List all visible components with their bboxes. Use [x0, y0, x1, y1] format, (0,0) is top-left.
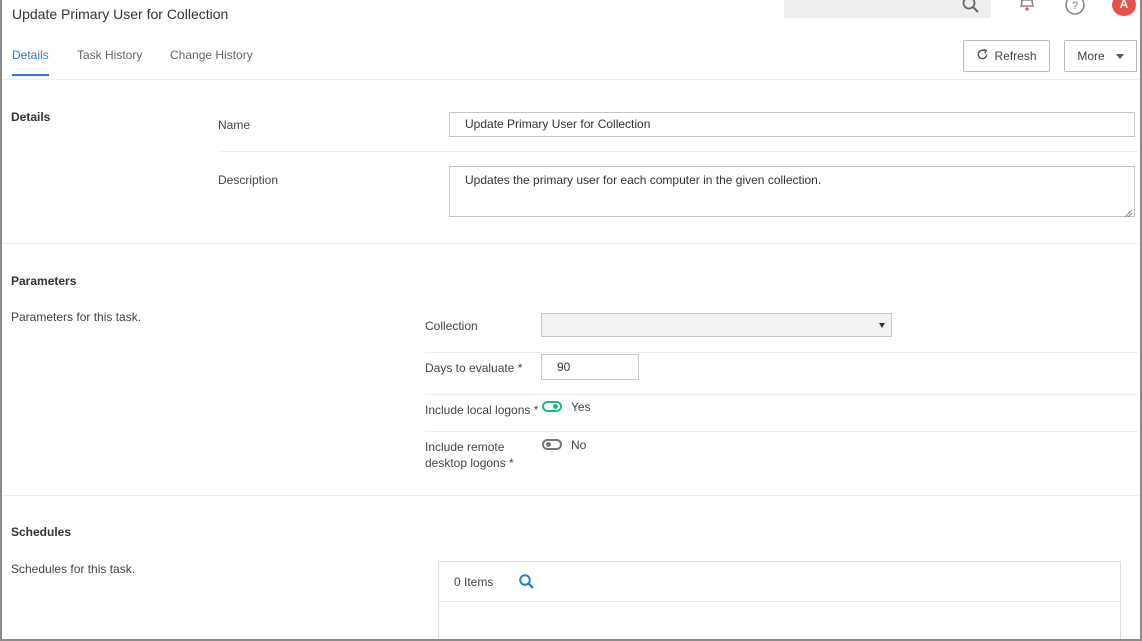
- schedules-grid: 0 Items: [438, 561, 1121, 641]
- svg-text:?: ?: [1072, 0, 1078, 12]
- description-label: Description: [218, 173, 279, 187]
- tab-details[interactable]: Details: [12, 48, 49, 76]
- divider: [425, 431, 1138, 432]
- parameters-section-title: Parameters: [11, 274, 77, 288]
- chevron-down-icon: [1115, 53, 1124, 59]
- toggle-knob: [553, 404, 558, 409]
- refresh-label: Refresh: [994, 49, 1037, 63]
- collection-label: Collection: [425, 319, 478, 333]
- include-remote-logons-toggle[interactable]: [542, 439, 562, 450]
- section-divider: [2, 495, 1140, 496]
- name-field[interactable]: Update Primary User for Collection: [449, 112, 1135, 137]
- search-icon[interactable]: [961, 0, 981, 18]
- help-icon[interactable]: ?: [1064, 0, 1086, 19]
- resize-handle-icon[interactable]: [1124, 206, 1133, 218]
- avatar[interactable]: A: [1112, 0, 1136, 16]
- details-section-title: Details: [11, 110, 51, 124]
- name-label: Name: [218, 118, 251, 132]
- divider: [425, 352, 1138, 353]
- refresh-icon: [976, 48, 989, 64]
- include-local-logons-label: Include local logons *: [425, 403, 539, 417]
- include-remote-logons-label: Include remote desktop logons *: [425, 439, 514, 471]
- tab-task-history[interactable]: Task History: [77, 48, 142, 74]
- search-input[interactable]: [784, 0, 991, 18]
- include-remote-logons-label-line2: desktop logons *: [425, 456, 514, 470]
- more-label: More: [1077, 49, 1105, 63]
- include-local-logons-toggle[interactable]: [542, 401, 562, 412]
- description-text: Updates the primary user for each comput…: [465, 173, 822, 187]
- tab-change-history[interactable]: Change History: [170, 48, 253, 74]
- section-divider: [2, 243, 1140, 244]
- schedules-section-desc: Schedules for this task.: [11, 562, 136, 576]
- collection-select[interactable]: [541, 313, 892, 337]
- include-local-logons-value: Yes: [571, 400, 591, 414]
- schedules-section-title: Schedules: [11, 525, 72, 539]
- refresh-button[interactable]: Refresh: [963, 40, 1050, 72]
- more-button[interactable]: More: [1064, 40, 1137, 72]
- chevron-down-icon: [879, 323, 885, 328]
- toggle-knob: [546, 442, 551, 447]
- bell-icon[interactable]: [1017, 0, 1037, 17]
- items-count: 0 Items: [454, 575, 494, 589]
- include-remote-logons-value: No: [571, 438, 587, 452]
- page-title: Update Primary User for Collection: [12, 6, 229, 22]
- divider: [218, 151, 1138, 152]
- include-remote-logons-label-line1: Include remote: [425, 440, 505, 454]
- divider: [425, 394, 1138, 395]
- days-to-evaluate-field[interactable]: 90: [541, 354, 639, 380]
- search-icon[interactable]: [518, 573, 535, 593]
- days-to-evaluate-label: Days to evaluate *: [425, 361, 523, 375]
- description-field[interactable]: Updates the primary user for each comput…: [449, 166, 1135, 218]
- tabs-divider: [2, 79, 1140, 80]
- grid-toolbar: 0 Items: [439, 562, 1120, 602]
- parameters-section-desc: Parameters for this task.: [11, 310, 142, 324]
